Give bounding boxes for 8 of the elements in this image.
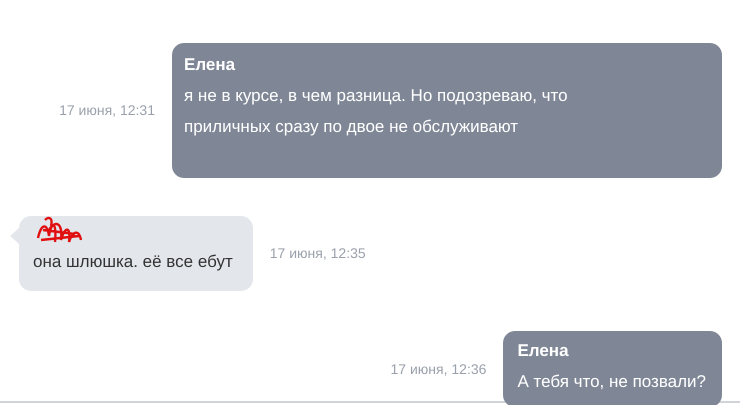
- timestamp: 17 июня, 12:36: [390, 360, 486, 378]
- timestamp: 17 июня, 12:31: [59, 101, 155, 120]
- author-name: Елена: [517, 340, 570, 362]
- timestamp: 17 июня, 12:35: [270, 244, 366, 263]
- message-text: она шлюшка. её все ебут: [33, 251, 233, 273]
- author-name: Елена: [184, 54, 236, 76]
- message-text: я не в курсе, в чем разница. Но подозреваю, что приличных сразу по двое не обслуживают: [184, 85, 569, 138]
- message-text: А тебя что, не позвали?: [517, 371, 706, 393]
